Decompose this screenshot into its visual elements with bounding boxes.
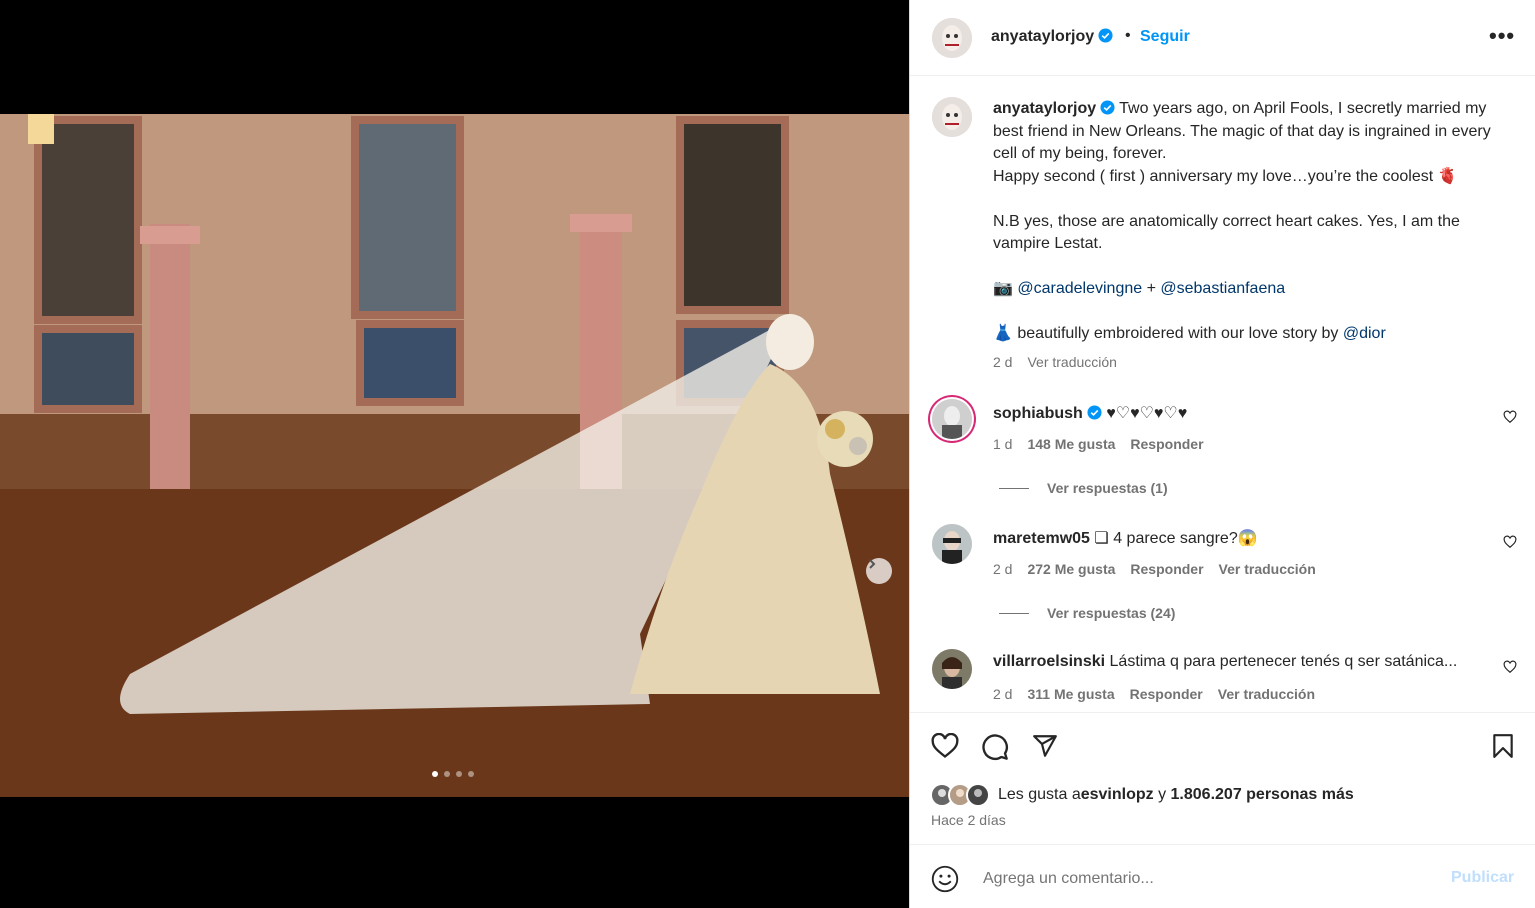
post-header: anyataylorjoy • Seguir ••• [910, 0, 1535, 76]
caption-avatar[interactable] [932, 97, 972, 137]
translate-button[interactable]: Ver traducción [1219, 561, 1316, 577]
slide-dot [468, 771, 474, 777]
comment-item: maretemw05 ❏ 4 parece sangre?😱 2 d 272 M… [910, 524, 1535, 634]
comment-time[interactable]: 2 d [993, 561, 1012, 577]
caption-time[interactable]: 2 d [993, 354, 1012, 370]
liker-avatar [966, 783, 990, 807]
view-replies-button[interactable]: Ver respuestas (1) [999, 480, 1168, 496]
commenter-avatar[interactable] [932, 524, 972, 564]
mention-sebastianfaena[interactable]: @sebastianfaena [1160, 280, 1285, 297]
post-details-panel: anyataylorjoy • Seguir ••• anyataylorjoy… [909, 0, 1535, 908]
slide-dot [456, 771, 462, 777]
comment-meta: 2 d 311 Me gusta Responder Ver traducció… [993, 686, 1315, 702]
comment-meta: 2 d 272 Me gusta Responder Ver traducció… [993, 561, 1316, 577]
commenter-username[interactable]: sophiabush [993, 405, 1102, 422]
comment-like-icon[interactable] [1503, 410, 1517, 424]
heart-icon[interactable] [931, 733, 959, 759]
liked-by-summary[interactable]: Les gusta a esvinlopz y 1.806.207 person… [930, 783, 1354, 807]
share-icon[interactable] [1031, 733, 1059, 759]
reply-button[interactable]: Responder [1130, 561, 1203, 577]
comment-likes[interactable]: 272 Me gusta [1027, 561, 1115, 577]
mention-dior[interactable]: @dior [1343, 325, 1386, 342]
author-username[interactable]: anyataylorjoy [991, 28, 1113, 46]
likes-prefix: Les gusta a [998, 786, 1081, 803]
verified-badge-icon [1100, 100, 1115, 115]
view-replies-button[interactable]: Ver respuestas (24) [999, 605, 1175, 621]
caption-meta: 2 d Ver traducción [993, 354, 1117, 370]
commenter-username[interactable]: maretemw05 [993, 530, 1090, 547]
emoji-icon[interactable] [931, 865, 959, 893]
liker-avatars [930, 783, 990, 807]
mention-caradelevingne[interactable]: @caradelevingne [1017, 280, 1142, 297]
post-actions: Les gusta a esvinlopz y 1.806.207 person… [910, 713, 1535, 845]
caption-plus: + [1142, 280, 1161, 297]
comment-body: ❏ 4 parece sangre?😱 [1094, 530, 1258, 547]
commenter-avatar[interactable] [932, 399, 972, 439]
commenter-username[interactable]: villarroelsinski [993, 653, 1105, 670]
chevron-right-icon [869, 559, 876, 569]
view-replies-label: Ver respuestas (24) [1047, 605, 1176, 621]
slide-dot [444, 771, 450, 777]
verified-badge-icon [1087, 405, 1102, 420]
comments-list[interactable]: anyataylorjoy Two years ago, on April Foo… [910, 76, 1535, 713]
author-username-text: anyataylorjoy [991, 28, 1095, 45]
slide-dot [432, 771, 438, 777]
reply-button[interactable]: Responder [1130, 436, 1203, 452]
post-media [0, 0, 909, 908]
publish-button[interactable]: Publicar [1451, 869, 1514, 887]
reply-button[interactable]: Responder [1130, 686, 1203, 702]
comment-like-icon[interactable] [1503, 535, 1517, 549]
caption-text: anyataylorjoy Two years ago, on April Foo… [993, 98, 1493, 346]
likes-count[interactable]: 1.806.207 personas más [1171, 786, 1354, 804]
verified-badge-icon [1098, 28, 1113, 43]
translate-button[interactable]: Ver traducción [1218, 686, 1315, 702]
comment-text: villarroelsinski Lástima q para pertenec… [993, 653, 1457, 671]
caption-body: Two years ago, on April Fools, I secretl… [993, 100, 1491, 297]
comment-composer: Publicar [910, 845, 1535, 908]
replies-divider [999, 487, 1029, 489]
wedding-photo-illustration [0, 114, 909, 797]
comment-item: villarroelsinski Lástima q para pertenec… [910, 649, 1535, 712]
header-separator: • [1125, 27, 1131, 44]
caption-dress-line: 👗 beautifully embroidered with our love … [993, 325, 1339, 342]
bookmark-icon[interactable] [1491, 733, 1515, 759]
slide-indicator [432, 771, 474, 777]
post-time-ago[interactable]: Hace 2 días [931, 812, 1006, 828]
more-options-icon[interactable]: ••• [1489, 25, 1515, 47]
comment-text: sophiabush ♥♡♥♡♥♡♥ [993, 403, 1187, 423]
comment-time[interactable]: 2 d [993, 686, 1012, 702]
commenter-username-text: sophiabush [993, 405, 1083, 422]
follow-button[interactable]: Seguir [1140, 28, 1190, 46]
caption-translate-button[interactable]: Ver traducción [1027, 354, 1117, 370]
post-photo[interactable] [0, 114, 909, 797]
likes-middle: y [1153, 786, 1171, 803]
comment-meta: 1 d 148 Me gusta Responder [993, 436, 1204, 452]
next-slide-button[interactable] [866, 558, 892, 584]
comment-like-icon[interactable] [1503, 660, 1517, 674]
comment-likes[interactable]: 311 Me gusta [1027, 686, 1114, 702]
comment-likes[interactable]: 148 Me gusta [1027, 436, 1115, 452]
comment-body: ♥♡♥♡♥♡♥ [1106, 405, 1188, 422]
comment-item: sophiabush ♥♡♥♡♥♡♥ 1 d 148 Me gusta Resp… [910, 399, 1535, 509]
comment-text: maretemw05 ❏ 4 parece sangre?😱 [993, 528, 1258, 548]
replies-divider [999, 612, 1029, 614]
comment-icon[interactable] [981, 733, 1009, 761]
commenter-avatar[interactable] [932, 649, 972, 689]
comment-input[interactable] [981, 869, 1385, 889]
caption-username[interactable]: anyataylorjoy [993, 100, 1115, 117]
comment-body: Lástima q para pertenecer tenés q ser sa… [1109, 653, 1458, 670]
view-replies-label: Ver respuestas (1) [1047, 480, 1168, 496]
likes-user[interactable]: esvinlopz [1081, 786, 1154, 804]
author-avatar[interactable] [932, 18, 972, 58]
caption-username-text: anyataylorjoy [993, 100, 1097, 117]
comment-time[interactable]: 1 d [993, 436, 1012, 452]
